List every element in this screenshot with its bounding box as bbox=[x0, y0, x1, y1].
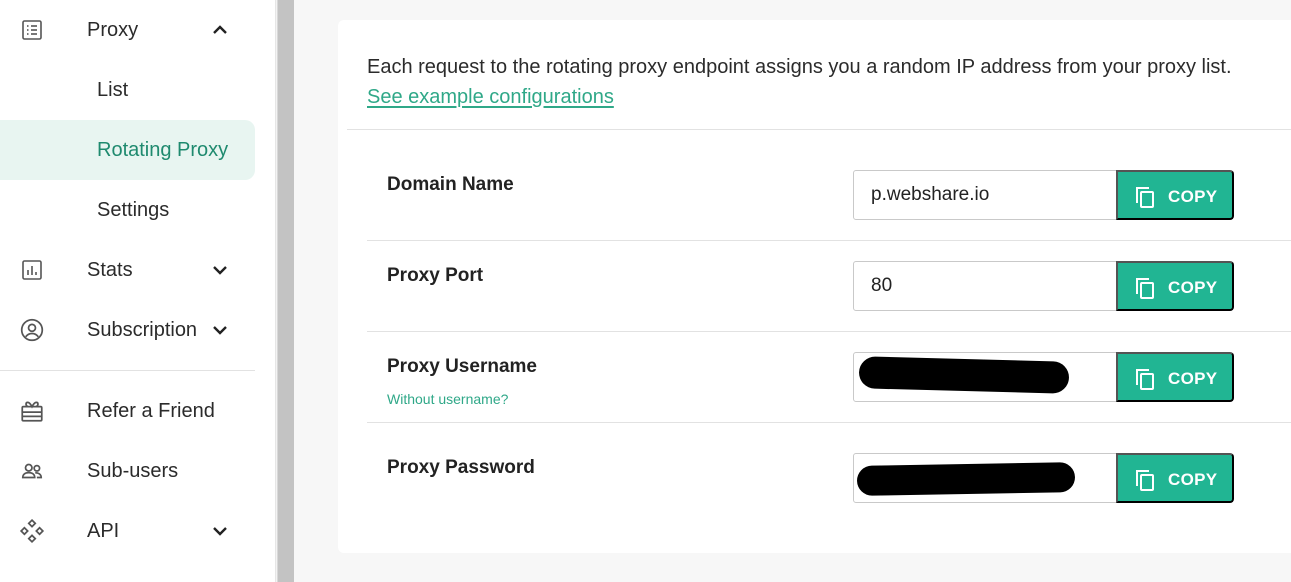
proxy-port-field[interactable]: 80 bbox=[853, 261, 1117, 311]
people-icon bbox=[19, 458, 45, 484]
gift-icon bbox=[19, 398, 45, 424]
sidebar-item-subscription[interactable]: Subscription bbox=[0, 300, 255, 360]
sidebar-item-label: Settings bbox=[97, 198, 170, 221]
domain-name-field[interactable]: p.webshare.io bbox=[853, 170, 1117, 220]
copy-label: COPY bbox=[1168, 470, 1218, 489]
sidebar-item-label: Proxy bbox=[87, 18, 139, 41]
sidebar-item-label: Rotating Proxy bbox=[97, 138, 229, 161]
domain-name-label: Domain Name bbox=[387, 174, 514, 195]
chevron-down-icon[interactable] bbox=[208, 258, 232, 282]
proxy-port-label: Proxy Port bbox=[387, 265, 484, 286]
example-configurations-link[interactable]: See example configurations bbox=[367, 82, 614, 112]
copy-icon bbox=[1134, 367, 1156, 391]
copy-username-button[interactable]: COPY bbox=[1116, 352, 1234, 402]
domain-name-row: Domain Name p.webshare.io COPY bbox=[367, 150, 1291, 241]
sidebar-subitem-settings[interactable]: Settings bbox=[0, 180, 255, 240]
copy-label: COPY bbox=[1168, 369, 1218, 388]
sidebar-item-label: Stats bbox=[87, 258, 133, 281]
proxy-username-row: Proxy Username Without username? COPY bbox=[367, 332, 1291, 423]
list-icon bbox=[19, 17, 45, 43]
sidebar-item-api[interactable]: API bbox=[0, 501, 255, 561]
proxy-port-row: Proxy Port 80 COPY bbox=[367, 241, 1291, 332]
sidebar-item-label: API bbox=[87, 519, 120, 542]
account-circle-icon bbox=[19, 317, 45, 343]
sidebar-item-sub-users[interactable]: Sub-users bbox=[0, 441, 255, 501]
proxy-username-field[interactable] bbox=[853, 352, 1117, 402]
chevron-down-icon[interactable] bbox=[208, 318, 232, 342]
copy-icon bbox=[1134, 185, 1156, 209]
sidebar-subitem-list[interactable]: List bbox=[0, 60, 255, 120]
proxy-password-label: Proxy Password bbox=[387, 457, 535, 478]
redaction-mark bbox=[856, 462, 1076, 496]
card-divider bbox=[347, 129, 1291, 130]
sidebar-item-stats[interactable]: Stats bbox=[0, 240, 255, 300]
without-username-link[interactable]: Without username? bbox=[387, 391, 508, 407]
copy-password-button[interactable]: COPY bbox=[1116, 453, 1234, 503]
copy-label: COPY bbox=[1168, 187, 1218, 206]
rotating-proxy-card: Each request to the rotating proxy endpo… bbox=[338, 20, 1291, 553]
sidebar-item-proxy[interactable]: Proxy bbox=[0, 0, 255, 60]
api-icon bbox=[19, 518, 45, 544]
intro-text: Each request to the rotating proxy endpo… bbox=[367, 56, 1232, 78]
sidebar: Proxy List Rotating Proxy Settings Stats bbox=[0, 0, 276, 582]
sidebar-item-label: Refer a Friend bbox=[87, 399, 215, 422]
sidebar-subitem-rotating-proxy[interactable]: Rotating Proxy bbox=[0, 120, 255, 180]
sidebar-item-label: List bbox=[97, 78, 129, 101]
sidebar-item-refer[interactable]: Refer a Friend bbox=[0, 381, 255, 441]
chart-icon bbox=[19, 257, 45, 283]
chevron-down-icon[interactable] bbox=[208, 519, 232, 543]
proxy-password-row: Proxy Password COPY bbox=[367, 433, 1291, 524]
redaction-mark bbox=[858, 356, 1070, 394]
copy-port-button[interactable]: COPY bbox=[1116, 261, 1234, 311]
sidebar-divider bbox=[0, 370, 255, 371]
sidebar-item-label: Sub-users bbox=[87, 459, 179, 482]
chevron-up-icon[interactable] bbox=[208, 18, 232, 42]
sidebar-scrollbar[interactable] bbox=[277, 0, 294, 582]
proxy-username-label: Proxy Username bbox=[387, 356, 537, 377]
copy-domain-button[interactable]: COPY bbox=[1116, 170, 1234, 220]
copy-label: COPY bbox=[1168, 278, 1218, 297]
copy-icon bbox=[1134, 276, 1156, 300]
row-divider bbox=[367, 422, 1291, 423]
copy-icon bbox=[1134, 468, 1156, 492]
proxy-password-field[interactable] bbox=[853, 453, 1117, 503]
sidebar-item-label: Subscription bbox=[87, 318, 198, 341]
